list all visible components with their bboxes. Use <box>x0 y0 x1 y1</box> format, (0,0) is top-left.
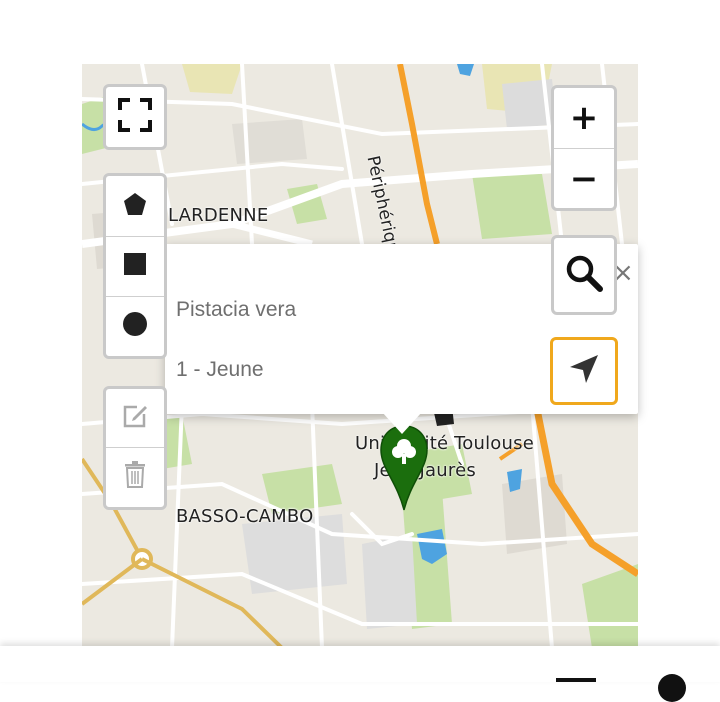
edit-icon <box>121 402 149 435</box>
popup-tip <box>382 412 422 434</box>
district-label-lardenne: LARDENNE <box>168 205 269 226</box>
edit-toolbar <box>103 386 167 510</box>
search-icon <box>564 253 604 298</box>
circle-icon <box>122 311 148 342</box>
locate-button[interactable] <box>553 340 615 402</box>
tree-marker-icon[interactable] <box>379 424 429 512</box>
locate-control <box>550 337 618 405</box>
draw-toolbar <box>103 173 167 359</box>
draw-polygon-button[interactable] <box>106 176 164 236</box>
square-icon <box>124 253 146 280</box>
edit-layers-button[interactable] <box>106 389 164 447</box>
bottom-bar <box>0 646 720 702</box>
zoom-in-button[interactable]: + <box>554 88 614 148</box>
zoom-out-button[interactable]: − <box>554 148 614 208</box>
search-button[interactable] <box>554 238 614 312</box>
district-label-basso-cambo: BASSO-CAMBO <box>176 506 314 527</box>
locate-arrow-icon <box>568 353 600 390</box>
fullscreen-button[interactable] <box>106 87 164 147</box>
draw-rectangle-button[interactable] <box>106 236 164 296</box>
fullscreen-icon <box>118 97 152 137</box>
popup-age-class: 1 - Jeune <box>176 358 264 381</box>
trash-icon <box>123 460 147 493</box>
search-control <box>551 235 617 315</box>
zoom-control: + − <box>551 85 617 211</box>
fullscreen-control <box>103 84 167 150</box>
bottom-menu-icon[interactable] <box>556 678 596 682</box>
polygon-icon <box>122 191 148 222</box>
delete-layers-button[interactable] <box>106 447 164 505</box>
popup-species: Pistacia vera <box>176 298 297 321</box>
draw-circle-button[interactable] <box>106 296 164 356</box>
bottom-avatar-icon[interactable] <box>658 674 686 702</box>
